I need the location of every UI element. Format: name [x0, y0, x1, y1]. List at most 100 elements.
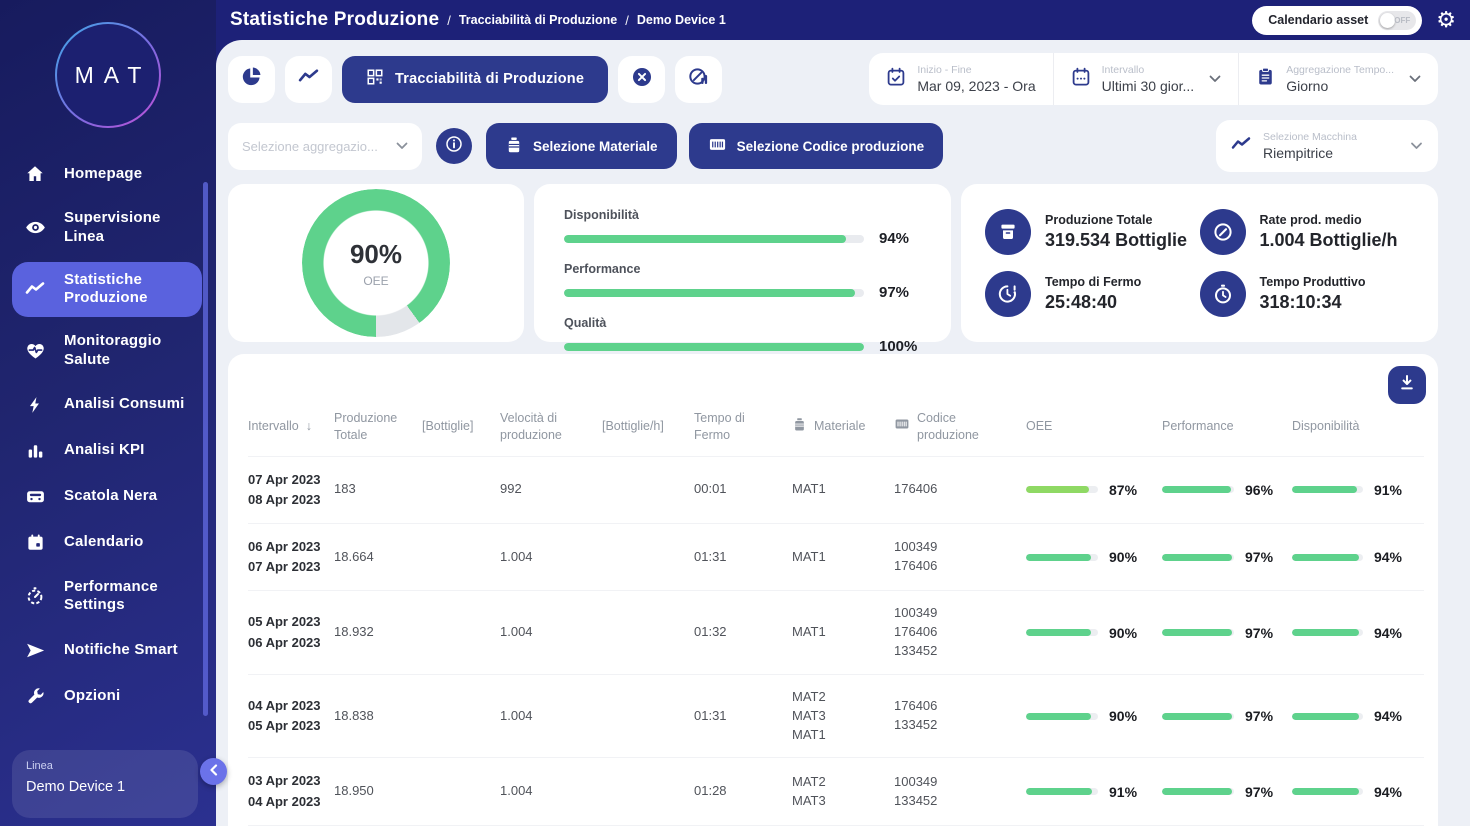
quality-bar-block: Qualità 100% [564, 316, 921, 355]
breadcrumb-device[interactable]: Demo Device 1 [637, 13, 726, 27]
column-intervallo[interactable]: Intervallo ↓ [248, 418, 334, 435]
cell-performance: 97% [1162, 549, 1292, 565]
stat-value: 319.534 Bottiglie [1045, 230, 1188, 250]
column-codice-produzione[interactable]: Codice produzione [894, 410, 1026, 444]
sidebar-item-label: Monitoraggio Salute [64, 332, 162, 368]
cell-codes: 100349 133452 [894, 773, 938, 808]
button-label: Selezione Materiale [533, 138, 658, 154]
availability-percent: 94% [1373, 708, 1402, 725]
date-range-value: Mar 09, 2023 - Ora [917, 78, 1036, 94]
cell-availability: 91% [1292, 482, 1420, 498]
performance-bar-track [1162, 553, 1234, 561]
chevron-down-icon [1209, 75, 1221, 83]
calendario-asset-label: Calendario asset [1268, 13, 1369, 27]
info-button[interactable] [436, 128, 472, 164]
column-label: Materiale [814, 419, 866, 434]
performance-percent: 96% [1245, 481, 1274, 498]
performance-bar-block: Performance 97% [564, 262, 921, 301]
sidebar-item-scatola-nera[interactable]: Scatola Nera [12, 477, 202, 517]
sidebar-item-label: Performance Settings [64, 577, 158, 614]
performance-label: Performance [564, 262, 641, 276]
column-materiale[interactable]: Materiale [792, 417, 894, 437]
column-performance[interactable]: Performance [1162, 418, 1292, 435]
sidebar-item-monitoraggio-salute[interactable]: Monitoraggio Salute [12, 323, 202, 379]
column-velocita-produzione[interactable]: Velocità di produzione [500, 410, 602, 444]
aggregation-select[interactable]: Selezione aggregazio... [228, 122, 422, 170]
cell-speed: 992 [500, 481, 522, 497]
tab-tracciabilita-produzione[interactable]: Tracciabilità di Produzione [342, 55, 609, 103]
sidebar-item-label: Opzioni [64, 686, 121, 704]
date-range-label: Inizio - Fine [917, 64, 972, 76]
bolt-icon [24, 394, 46, 416]
stat-value: 1.004 Bottiglie/h [1259, 230, 1398, 250]
table-row: 03 Apr 2023 04 Apr 2023 18.950 1.004 01:… [248, 757, 1424, 824]
calendario-asset-toggle-pill[interactable]: Calendario asset OFF [1252, 5, 1423, 35]
cell-oee: 90% [1026, 549, 1162, 565]
sidebar-item-label: Homepage [64, 164, 143, 182]
selezione-codice-produzione-button[interactable]: Selezione Codice produzione [688, 123, 944, 169]
availability-bar-fill [564, 234, 846, 243]
gauge-report-view-button[interactable] [675, 55, 723, 103]
machine-selector[interactable]: Selezione Macchina Riempitrice [1216, 120, 1438, 172]
machine-label: Selezione Macchina [1263, 131, 1357, 143]
sidebar-item-statistiche-produzione[interactable]: Statistiche Produzione [12, 261, 202, 317]
time-aggregation-selector[interactable]: Aggregazione Tempo... Giorno [1238, 53, 1438, 105]
performance-bar-fill [1162, 553, 1232, 561]
sidebar-item-analisi-kpi[interactable]: Analisi KPI [12, 431, 202, 471]
column-tempo-di-fermo[interactable]: Tempo di Fermo [694, 410, 792, 444]
line-chart-view-button[interactable] [285, 55, 332, 103]
performance-gauge-icon [24, 585, 46, 607]
availability-bar-track [1292, 788, 1363, 796]
sidebar-item-analisi-consumi[interactable]: Analisi Consumi [12, 385, 202, 425]
column-bottiglie-h-unit: [Bottiglie/h] [602, 419, 664, 434]
asset-toggle[interactable]: OFF [1378, 10, 1417, 30]
top-header: Statistiche Produzione / Tracciabilità d… [216, 0, 1470, 40]
sidebar-item-opzioni[interactable]: Opzioni [12, 676, 202, 716]
column-bottiglie-unit: [Bottiglie] [422, 419, 474, 434]
selezione-materiale-button[interactable]: Selezione Materiale [486, 123, 677, 169]
oee-percent: 87% [1109, 481, 1138, 498]
oee-value: 90% [349, 238, 403, 269]
performance-bar-track [1162, 629, 1234, 637]
aggregation-select-placeholder: Selezione aggregazio... [242, 138, 378, 154]
column-oee[interactable]: OEE [1026, 418, 1162, 435]
sidebar-item-homepage[interactable]: Homepage [12, 154, 202, 194]
performance-bar-track [1162, 486, 1234, 494]
sidebar-item-notifiche-smart[interactable]: Notifiche Smart [12, 630, 202, 670]
stat-tempo-produttivo: Tempo Produttivo 318:10:34 [1199, 270, 1415, 318]
clear-view-button[interactable] [618, 55, 666, 103]
column-disponibilita[interactable]: Disponibilità [1292, 418, 1420, 435]
oee-percent: 91% [1109, 783, 1138, 800]
stopwatch-icon [1199, 271, 1246, 317]
oee-percent: 90% [1109, 549, 1138, 566]
interval-selector[interactable]: Intervallo Ultimi 30 gior... [1052, 53, 1239, 105]
close-circle-icon [631, 66, 653, 93]
sidebar-item-label: Calendario [64, 533, 144, 551]
column-produzione-totale[interactable]: Produzione Totale [334, 410, 422, 444]
cell-availability: 94% [1292, 784, 1420, 800]
cell-codes: 100349 176406 [894, 539, 938, 574]
pie-chart-view-button[interactable] [228, 55, 275, 103]
cell-material: MAT1 [792, 548, 826, 564]
oee-bar-track [1026, 553, 1098, 561]
availability-bar-block: Disponibilità 94% [564, 208, 921, 247]
download-button[interactable] [1388, 366, 1426, 404]
table-row: 05 Apr 2023 06 Apr 2023 18.932 1.004 01:… [248, 590, 1424, 674]
breadcrumb-tracciabilita[interactable]: Tracciabilità di Produzione [459, 13, 617, 27]
oee-bar-track [1026, 788, 1098, 796]
cell-performance: 97% [1162, 625, 1292, 641]
sidebar-collapse-button[interactable] [200, 758, 227, 785]
cell-availability: 94% [1292, 549, 1420, 565]
cell-material: MAT1 [792, 481, 826, 497]
stat-tempo-di-fermo: Tempo di Fermo 25:48:40 [985, 270, 1200, 318]
kpi-row: 90% OEE Disponibilità 94% Performance 97… [228, 184, 1438, 355]
sidebar-item-supervisione-linea[interactable]: Supervisione Linea [12, 200, 202, 256]
availability-bar-track [1292, 486, 1363, 494]
sidebar-scrollbar[interactable] [203, 182, 208, 716]
date-range-selector[interactable]: Inizio - Fine Mar 09, 2023 - Ora [869, 53, 1052, 105]
sidebar-item-calendario[interactable]: Calendario [12, 523, 202, 563]
sidebar-item-performance-settings[interactable]: Performance Settings [12, 569, 202, 625]
production-table-card: Intervallo ↓ Produzione Totale [Bottigli… [228, 354, 1438, 826]
performance-bar-fill [1162, 629, 1232, 637]
gear-icon[interactable]: ⚙ [1436, 9, 1456, 31]
